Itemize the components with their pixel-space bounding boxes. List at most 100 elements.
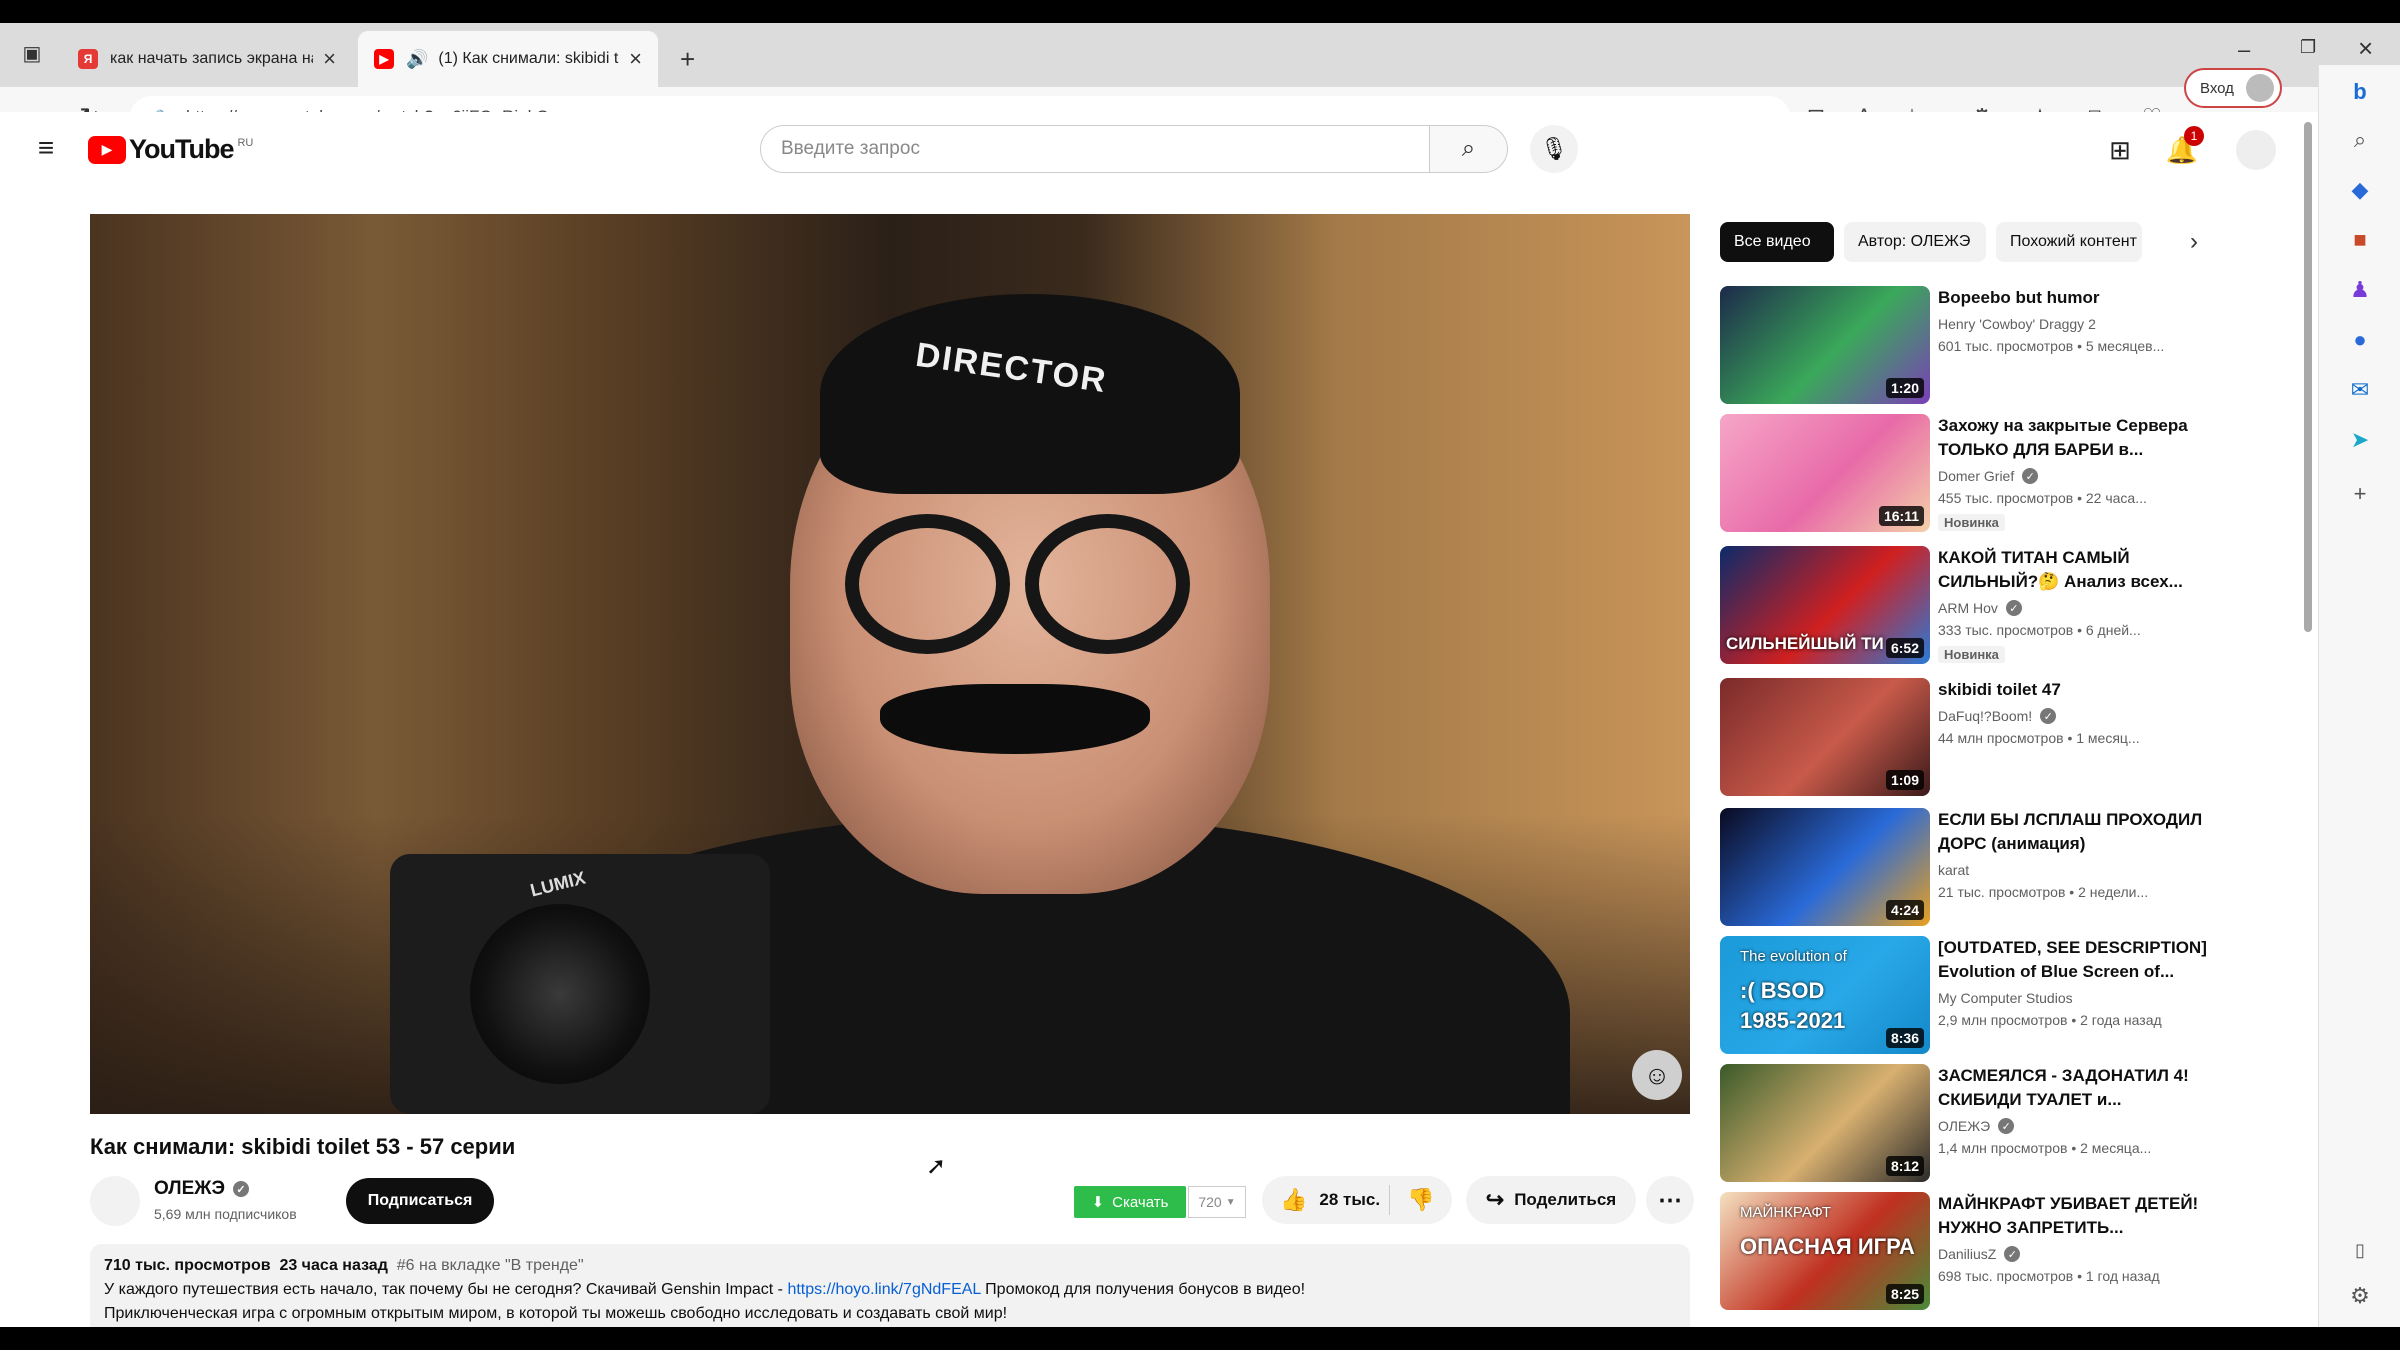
- recommendation-item[interactable]: 1:09 skibidi toilet 47 DaFuq!?Boom! ✓ 44 млн…: [1720, 678, 2220, 802]
- close-tab-icon[interactable]: ×: [629, 46, 642, 72]
- video-thumbnail[interactable]: The evolution of:( BSOD 1985-2021 8:36: [1720, 936, 1930, 1054]
- recommendation-channel-name: DaFuq!?Boom!: [1938, 708, 2033, 724]
- recommendation-channel[interactable]: karat: [1938, 862, 1969, 878]
- related-chips: Все видео Автор: ОЛЕЖЭ Похожий контент: [1720, 222, 2200, 264]
- recommendation-title[interactable]: Захожу на закрытые Сервера ТОЛЬКО ДЛЯ БА…: [1938, 414, 2208, 462]
- sidebar-layout-icon[interactable]: ▯: [2341, 1231, 2379, 1269]
- restore-icon[interactable]: ❐: [2300, 37, 2316, 58]
- recommendation-channel[interactable]: Henry 'Cowboy' Draggy 2: [1938, 316, 2096, 332]
- tab-active[interactable]: ▶ 🔊 (1) Как снимали: skibidi toilet ×: [358, 31, 658, 87]
- download-button[interactable]: ⬇ Скачать: [1074, 1186, 1186, 1218]
- description-link[interactable]: https://hoyo.link/7gNdFEAL: [787, 1281, 980, 1298]
- recommendation-title[interactable]: ЗАСМЕЯЛСЯ - ЗАДОНАТИЛ 4! СКИБИДИ ТУАЛЕТ …: [1938, 1064, 2208, 1112]
- scrollbar-thumb[interactable]: [2304, 122, 2312, 632]
- recommendation-item[interactable]: 4:24 ЕСЛИ БЫ ЛСПЛАШ ПРОХОДИЛ ДОРС (анимац…: [1720, 808, 2220, 932]
- new-tab-button[interactable]: +: [664, 31, 704, 87]
- trending-tag[interactable]: #6 на вкладке "В тренде": [397, 1257, 584, 1274]
- recommendation-title[interactable]: skibidi toilet 47: [1938, 678, 2208, 702]
- add-sidebar-icon[interactable]: +: [2341, 475, 2379, 513]
- channel-avatar[interactable]: [90, 1176, 140, 1226]
- video-thumbnail[interactable]: МАЙНКРАФТ ОПАСНАЯ ИГРА 8:25: [1720, 1192, 1930, 1310]
- toolbox-icon[interactable]: ■: [2341, 221, 2379, 259]
- chevron-right-icon[interactable]: ›: [2174, 222, 2214, 262]
- youtube-play-icon: ▶: [88, 135, 126, 164]
- browser-tabstrip: ▣ Я как начать запись экрана на пк × ▶ 🔊…: [0, 23, 2400, 87]
- create-video-icon[interactable]: ⊞: [2100, 130, 2140, 170]
- channel-watermark-icon[interactable]: ☺: [1632, 1050, 1682, 1100]
- recommendation-title[interactable]: ЕСЛИ БЫ ЛСПЛАШ ПРОХОДИЛ ДОРС (анимация): [1938, 808, 2208, 856]
- video-thumbnail[interactable]: 16:11: [1720, 414, 1930, 532]
- recommendation-channel[interactable]: DaFuq!?Boom! ✓: [1938, 708, 2057, 724]
- recommendation-channel[interactable]: Domer Grief ✓: [1938, 468, 2039, 484]
- speaker-icon[interactable]: 🔊: [406, 49, 428, 70]
- close-tab-icon[interactable]: ×: [323, 46, 336, 72]
- scrollbar[interactable]: [2304, 112, 2316, 1327]
- recommendation-channel-name: Domer Grief: [1938, 468, 2015, 484]
- tab-actions-icon[interactable]: ▣: [14, 35, 50, 71]
- channel-name[interactable]: ОЛЕЖЭ ✓: [154, 1178, 249, 1200]
- duration-badge: 16:11: [1878, 506, 1924, 526]
- channel-subscribers: 5,69 млн подписчиков: [154, 1206, 297, 1222]
- recommendation-channel[interactable]: ОЛЕЖЭ ✓: [1938, 1118, 2015, 1134]
- recommendation-channel[interactable]: DaniliusZ ✓: [1938, 1246, 2021, 1262]
- video-thumbnail[interactable]: 1:20: [1720, 286, 1930, 404]
- video-thumbnail[interactable]: 8:12: [1720, 1064, 1930, 1182]
- share-button[interactable]: ↪ Поделиться: [1466, 1176, 1636, 1224]
- recommendation-title[interactable]: МАЙНКРАФТ УБИВАЕТ ДЕТЕЙ! НУЖНО ЗАПРЕТИТЬ…: [1938, 1192, 2208, 1240]
- recommendation-item[interactable]: СИЛЬНЕЙШЫЙ ТИ 6:52 КАКОЙ ТИТАН САМЫЙ СИЛЬН…: [1720, 546, 2220, 670]
- recommendation-title[interactable]: [OUTDATED, SEE DESCRIPTION] Evolution of…: [1938, 936, 2208, 984]
- description-meta: 710 тыс. просмотров 23 часа назад #6 на …: [104, 1254, 1676, 1278]
- thumbnail-overlay-text: 1985-2021: [1740, 1008, 1846, 1033]
- video-thumbnail[interactable]: 1:09: [1720, 678, 1930, 796]
- verified-check-icon: ✓: [2022, 468, 2039, 484]
- tag-icon[interactable]: ◆: [2341, 171, 2379, 209]
- games-icon[interactable]: ♟: [2341, 271, 2379, 309]
- dislike-button[interactable]: 👎: [1390, 1187, 1452, 1213]
- video-thumbnail[interactable]: 4:24: [1720, 808, 1930, 926]
- recommendation-channel[interactable]: ARM Hov ✓: [1938, 600, 2022, 616]
- send-icon[interactable]: ➤: [2341, 421, 2379, 459]
- recommendation-channel[interactable]: My Computer Studios: [1938, 990, 2073, 1006]
- more-actions-icon[interactable]: ⋯: [1646, 1176, 1694, 1224]
- recommendation-item[interactable]: МАЙНКРАФТ ОПАСНАЯ ИГРА 8:25 МАЙНКРАФТ УБИВА…: [1720, 1192, 2220, 1316]
- search-sidebar-icon[interactable]: ⌕: [2341, 121, 2379, 159]
- office-icon[interactable]: ●: [2341, 321, 2379, 359]
- recommendation-item[interactable]: 16:11 Захожу на закрытые Сервера ТОЛЬКО Д…: [1720, 414, 2220, 538]
- settings-gear-icon[interactable]: ⚙: [2341, 1277, 2379, 1315]
- avatar[interactable]: [2236, 130, 2276, 170]
- yt-header: ≡ ▶ YouTube RU Введите запрос ⌕ 🎙 ⊞ 🔔 1: [0, 112, 2318, 184]
- recommendation-item[interactable]: 8:12 ЗАСМЕЯЛСЯ - ЗАДОНАТИЛ 4! СКИБИДИ ТУА…: [1720, 1064, 2220, 1188]
- chip-all[interactable]: Все видео: [1720, 222, 1834, 262]
- outlook-icon[interactable]: ✉: [2341, 371, 2379, 409]
- verified-check-icon: ✓: [2004, 1246, 2021, 1262]
- top-letterbox: [0, 0, 2400, 23]
- youtube-logo[interactable]: ▶ YouTube RU: [88, 134, 253, 165]
- tab-inactive[interactable]: Я как начать запись экрана на пк ×: [62, 31, 352, 87]
- recommendation-item[interactable]: 1:20 Bopeebo but humor Henry 'Cowboy' Drag…: [1720, 286, 2220, 410]
- chip-similar[interactable]: Похожий контент: [1996, 222, 2142, 262]
- youtube-page: ≡ ▶ YouTube RU Введите запрос ⌕ 🎙 ⊞ 🔔 1 …: [0, 112, 2318, 1327]
- video-thumbnail[interactable]: СИЛЬНЕЙШЫЙ ТИ 6:52: [1720, 546, 1930, 664]
- signin-button[interactable]: Вход: [2184, 68, 2282, 108]
- description-box[interactable]: 710 тыс. просмотров 23 часа назад #6 на …: [90, 1244, 1690, 1327]
- chip-author[interactable]: Автор: ОЛЕЖЭ: [1844, 222, 1986, 262]
- search-input[interactable]: Введите запрос: [760, 125, 1430, 173]
- publish-date: 23 часа назад: [279, 1257, 388, 1274]
- video-player[interactable]: DIRECTOR LUMIX ☺: [90, 214, 1690, 1114]
- hamburger-menu-icon[interactable]: ≡: [30, 132, 62, 164]
- new-badge: Новинка: [1938, 646, 2005, 663]
- subscribe-button[interactable]: Подписаться: [346, 1178, 494, 1224]
- like-button[interactable]: 👍 28 тыс.: [1262, 1185, 1390, 1215]
- notifications-bell-icon[interactable]: 🔔 1: [2162, 126, 2204, 170]
- recommendation-title[interactable]: Bopeebo but humor: [1938, 286, 2208, 310]
- close-window-icon[interactable]: ×: [2358, 33, 2373, 64]
- quality-select[interactable]: 720 ▼: [1188, 1186, 1246, 1218]
- microphone-icon[interactable]: 🎙: [1530, 125, 1578, 173]
- bing-chat-icon[interactable]: b: [2341, 73, 2379, 111]
- recommendation-meta: 601 тыс. просмотров • 5 месяцев...: [1938, 338, 2165, 354]
- recommendation-title[interactable]: КАКОЙ ТИТАН САМЫЙ СИЛЬНЫЙ?🤔 Анализ всех.…: [1938, 546, 2208, 594]
- minimize-icon[interactable]: –: [2238, 37, 2250, 63]
- video-title: Как снимали: skibidi toilet 53 - 57 сери…: [90, 1134, 516, 1159]
- recommendation-item[interactable]: The evolution of:( BSOD 1985-2021 8:36 [OUT…: [1720, 936, 2220, 1060]
- search-icon[interactable]: ⌕: [1430, 125, 1508, 173]
